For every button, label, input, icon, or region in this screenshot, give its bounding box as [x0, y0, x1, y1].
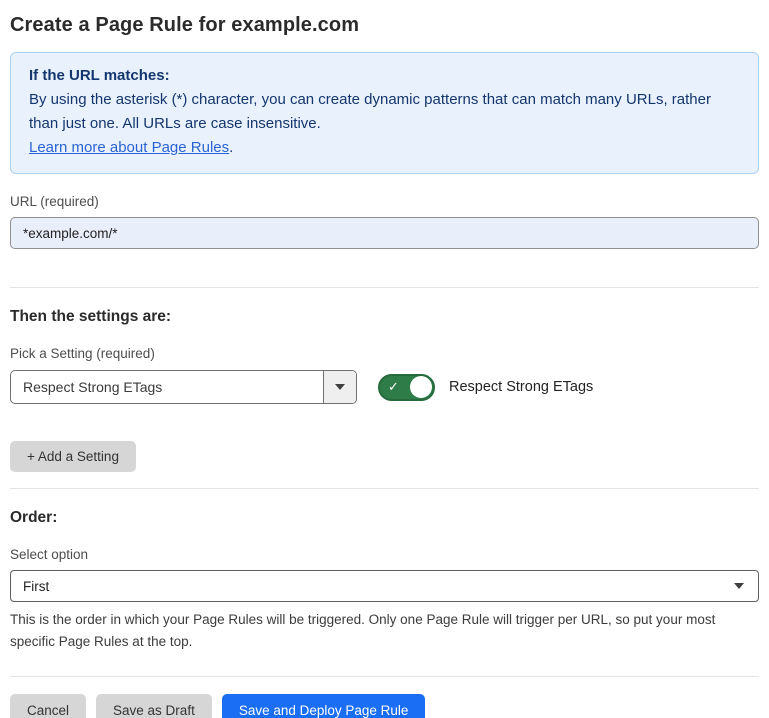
create-page-rule-form: Create a Page Rule for example.com If th…	[0, 0, 769, 718]
section-divider	[10, 488, 759, 489]
settings-section-heading: Then the settings are:	[10, 308, 759, 326]
link-period: .	[229, 139, 233, 156]
chevron-down-icon	[734, 583, 744, 589]
order-select[interactable]: First	[10, 570, 759, 602]
toggle-knob	[410, 376, 432, 398]
cancel-button[interactable]: Cancel	[10, 694, 86, 718]
order-select-label: Select option	[10, 547, 759, 562]
url-input[interactable]	[10, 217, 759, 249]
info-box-body: By using the asterisk (*) character, you…	[29, 88, 740, 136]
info-box-heading: If the URL matches:	[29, 64, 740, 88]
setting-row: Respect Strong ETags ✓ Respect Strong ET…	[10, 370, 759, 404]
save-deploy-button[interactable]: Save and Deploy Page Rule	[222, 694, 426, 718]
order-select-value: First	[23, 579, 49, 594]
setting-select-value: Respect Strong ETags	[11, 371, 323, 403]
add-setting-button[interactable]: + Add a Setting	[10, 441, 136, 472]
check-icon: ✓	[388, 380, 399, 393]
save-draft-button[interactable]: Save as Draft	[96, 694, 212, 718]
url-field-label: URL (required)	[10, 194, 759, 209]
pick-setting-label: Pick a Setting (required)	[10, 346, 759, 361]
footer-buttons: Cancel Save as Draft Save and Deploy Pag…	[10, 694, 759, 718]
order-section-heading: Order:	[10, 509, 759, 527]
page-title: Create a Page Rule for example.com	[10, 14, 759, 37]
setting-select[interactable]: Respect Strong ETags	[10, 370, 357, 404]
url-match-info-box: If the URL matches: By using the asteris…	[10, 52, 759, 174]
section-divider	[10, 287, 759, 288]
order-help-text: This is the order in which your Page Rul…	[10, 609, 759, 653]
respect-strong-etags-toggle[interactable]: ✓	[378, 374, 435, 401]
toggle-label: Respect Strong ETags	[449, 379, 593, 395]
setting-select-arrow-button[interactable]	[323, 371, 356, 403]
learn-more-link[interactable]: Learn more about Page Rules	[29, 139, 229, 156]
footer-divider	[10, 676, 759, 677]
chevron-down-icon	[335, 384, 345, 390]
info-box-link-line: Learn more about Page Rules.	[29, 136, 740, 160]
